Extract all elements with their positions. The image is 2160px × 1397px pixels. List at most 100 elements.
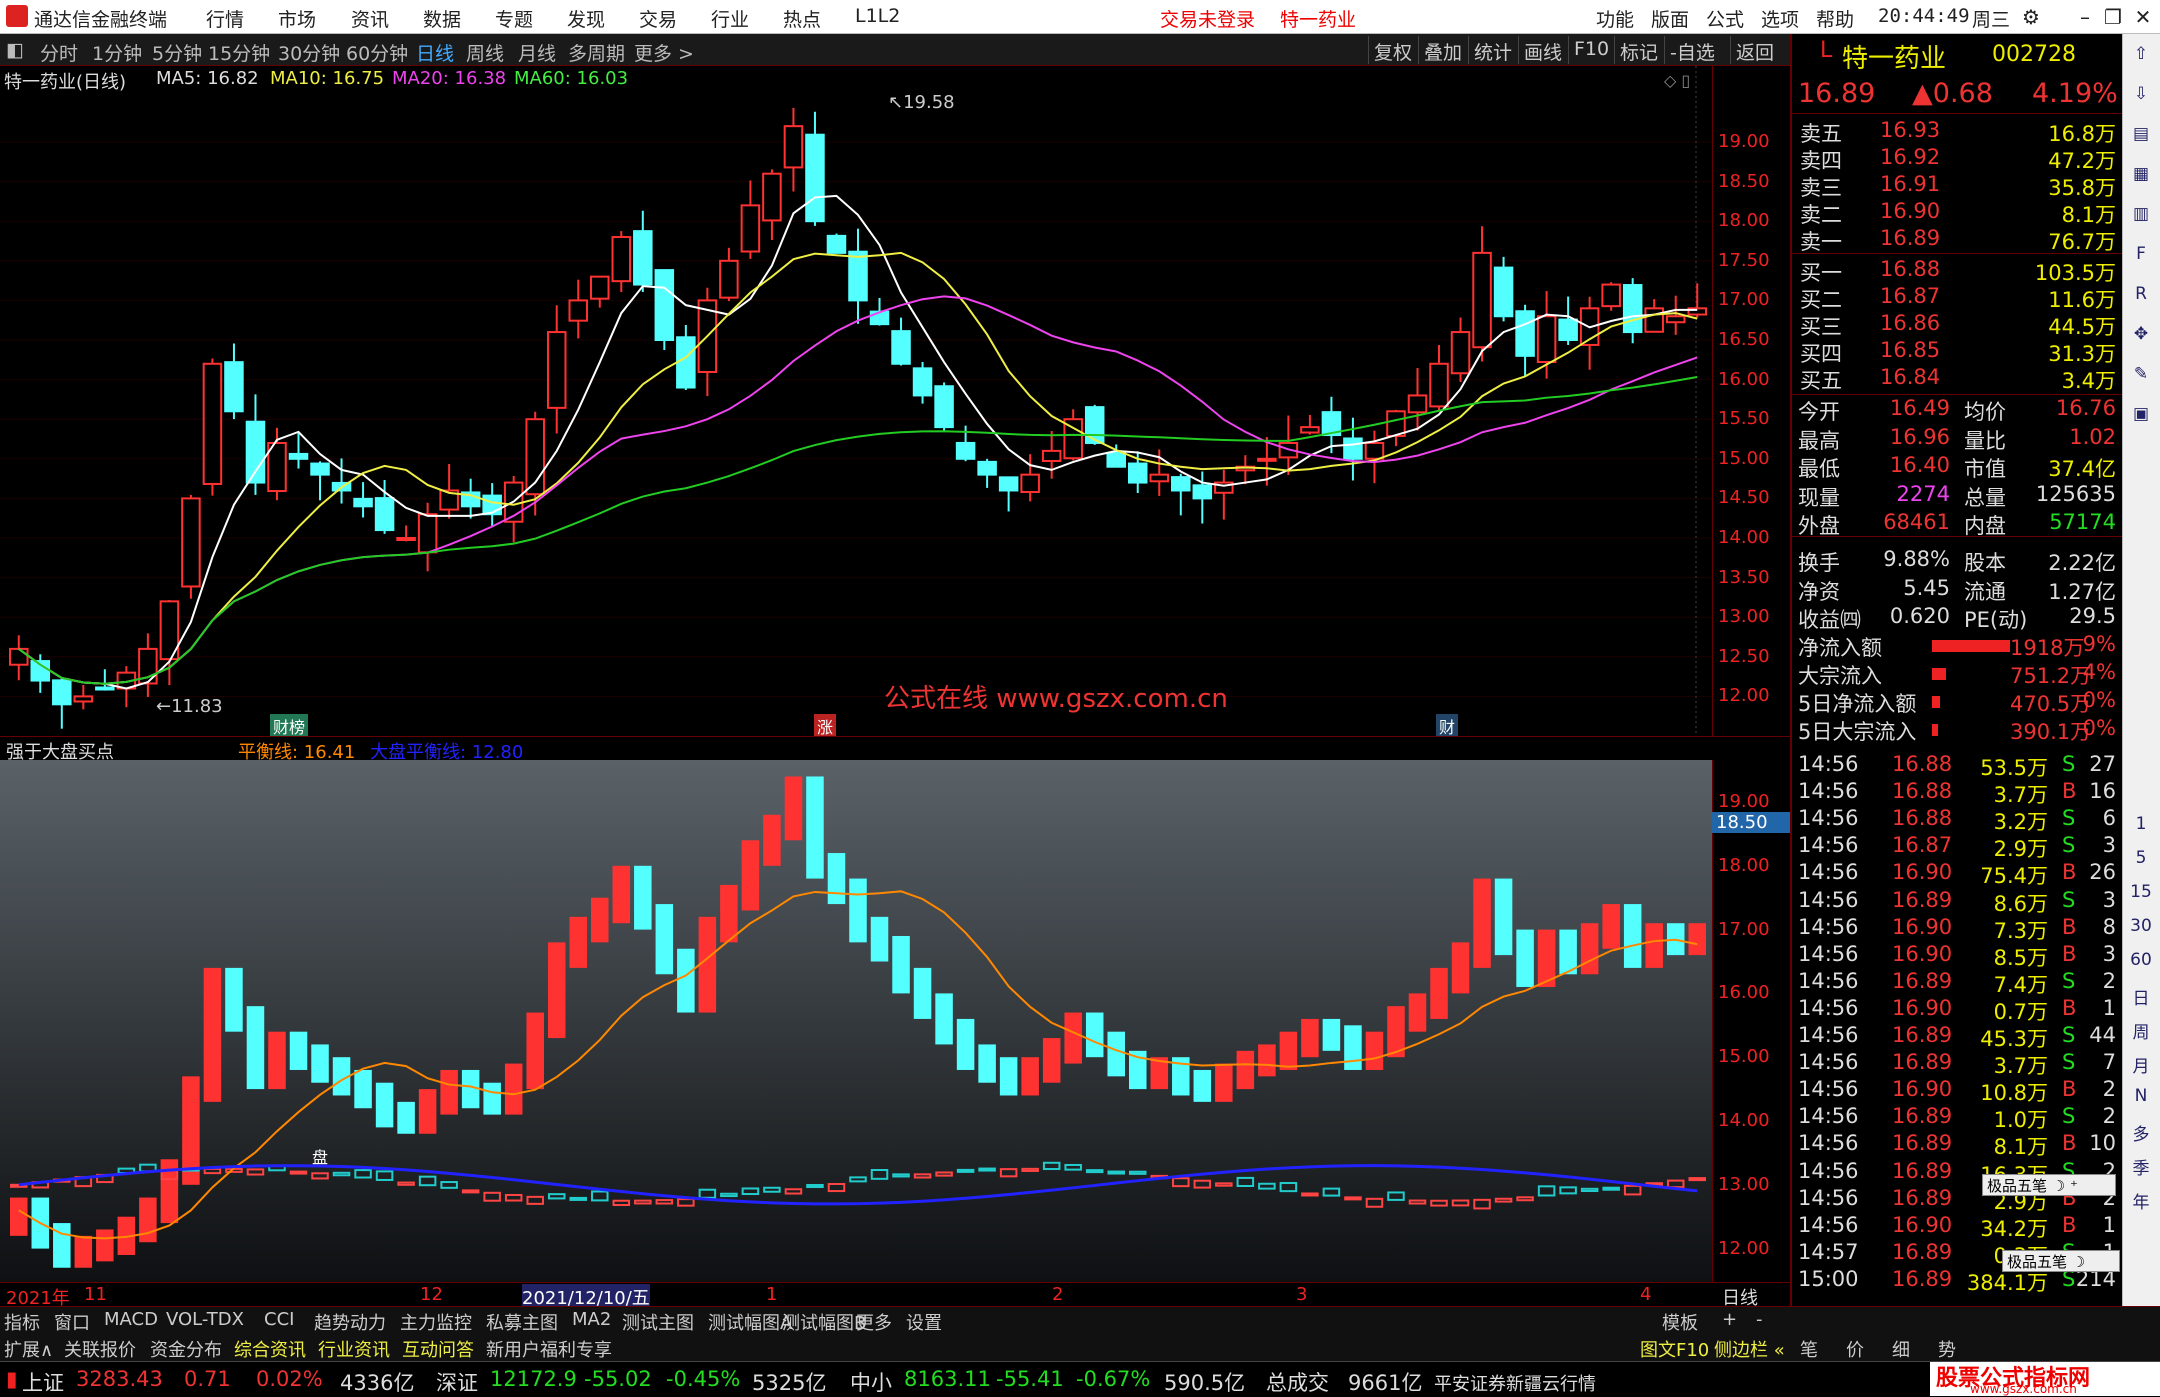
extension-tab[interactable]: 新用户福利专享 <box>486 1336 612 1362</box>
menu-l1l2[interactable]: L1L2 <box>855 5 900 27</box>
indicator-tab[interactable]: 私募主图 <box>486 1309 558 1335</box>
candle-body[interactable] <box>1192 484 1213 500</box>
candle-body[interactable] <box>805 133 825 223</box>
indicator-tab[interactable]: MA2 <box>572 1309 611 1330</box>
indicator-tab[interactable]: 测试主图 <box>622 1309 694 1335</box>
candle-body[interactable] <box>1300 426 1320 434</box>
side-period[interactable]: 多 <box>2129 1120 2153 1145</box>
candle-body[interactable] <box>719 259 739 299</box>
candle-body[interactable] <box>848 250 868 302</box>
candle-body[interactable] <box>181 497 201 588</box>
candle-body[interactable] <box>52 679 72 706</box>
indicator-tab[interactable]: 窗口 <box>54 1309 90 1335</box>
rsi-icon[interactable]: R <box>2129 284 2153 308</box>
bid-row[interactable]: 买二 16.87 11.6万 <box>1792 284 2124 312</box>
indicator-tab[interactable]: 设置 <box>906 1309 942 1335</box>
extension-tab[interactable]: 综合资讯 <box>234 1336 306 1362</box>
side-period[interactable]: 周 <box>2129 1018 2153 1043</box>
candle-body[interactable] <box>955 441 976 460</box>
menu-options[interactable]: 选项 <box>1761 5 1799 32</box>
right-bottom-tab[interactable]: 势 <box>1938 1336 1956 1362</box>
up-icon[interactable]: ⇧ <box>2129 44 2153 68</box>
side-period[interactable]: 5 <box>2129 848 2153 872</box>
move-icon[interactable]: ✥ <box>2129 324 2153 348</box>
period-1min[interactable]: 1分钟 <box>92 39 142 66</box>
indicator-tab[interactable]: 更多 <box>856 1309 892 1335</box>
candle-body[interactable] <box>633 230 653 286</box>
broker-name[interactable]: 平安证券新疆云行情 <box>1434 1370 1596 1396</box>
candle-body[interactable] <box>783 125 804 169</box>
side-period[interactable]: 季 <box>2129 1154 2153 1179</box>
extension-tab[interactable]: 行业资讯 <box>318 1336 390 1362</box>
candle-body[interactable] <box>417 513 438 554</box>
candle-body[interactable] <box>1558 318 1578 341</box>
candle-body[interactable] <box>762 172 782 222</box>
candle-body[interactable] <box>9 647 29 666</box>
extension-tab[interactable]: 资金分布 <box>150 1336 222 1362</box>
side-period[interactable]: 15 <box>2129 882 2153 906</box>
tool-stats[interactable]: 统计 <box>1468 36 1517 64</box>
tab-right[interactable]: + <box>1722 1309 1737 1330</box>
side-period[interactable]: 60 <box>2129 950 2153 974</box>
ime-status-2[interactable]: 极品五笔 ☽ <box>2002 1250 2120 1272</box>
collapse-icon[interactable]: ◧ <box>6 39 24 61</box>
menu-trade[interactable]: 交易 <box>639 5 677 32</box>
candle-body[interactable] <box>654 269 675 341</box>
indicator-tab[interactable]: 测试幅图B <box>782 1309 866 1335</box>
candle-body[interactable] <box>1343 437 1363 460</box>
tool-self[interactable]: -自选 <box>1664 36 1720 64</box>
menu-layout[interactable]: 版面 <box>1651 5 1689 32</box>
menu-hq[interactable]: 行情 <box>206 5 244 32</box>
period-more[interactable]: 更多 > <box>634 39 694 66</box>
candle-body[interactable] <box>310 462 330 476</box>
candle-body[interactable] <box>288 452 309 460</box>
side-period[interactable]: N <box>2129 1086 2153 1110</box>
candle-body[interactable] <box>1644 307 1664 333</box>
candle-body[interactable] <box>1536 315 1557 364</box>
candle-body[interactable] <box>1515 310 1535 357</box>
right-bottom-tab[interactable]: 笔 <box>1800 1336 1818 1362</box>
candle-body[interactable] <box>977 460 997 476</box>
kline-chart[interactable]: 特一药业(日线) MA5: 16.82 MA10: 16.75 MA20: 16… <box>0 66 1790 738</box>
tool-f10[interactable]: F10 <box>1568 36 1614 64</box>
candle-body[interactable] <box>353 497 373 508</box>
candle-body[interactable] <box>1257 457 1277 462</box>
indicator-tab[interactable]: MACD <box>104 1309 158 1330</box>
candle-body[interactable] <box>482 494 502 516</box>
indicator-tab[interactable]: 指标 <box>4 1309 40 1335</box>
candle-body[interactable] <box>1622 284 1643 334</box>
candle-body[interactable] <box>95 686 115 691</box>
candle-body[interactable] <box>374 497 395 532</box>
extension-tab[interactable]: 扩展∧ <box>4 1336 53 1362</box>
right-bottom-tab[interactable]: 细 <box>1892 1336 1910 1362</box>
minimize-icon[interactable]: – <box>2072 4 2098 30</box>
period-5min[interactable]: 5分钟 <box>152 39 202 66</box>
candle-body[interactable] <box>1429 362 1449 408</box>
candle-body[interactable] <box>1106 451 1126 468</box>
candle-body[interactable] <box>676 336 696 389</box>
fs-icon[interactable]: ▣ <box>2129 404 2153 428</box>
right-bottom-tab[interactable]: 侧边栏 « <box>1714 1336 1785 1362</box>
candle-body[interactable] <box>1364 441 1385 460</box>
sh-name[interactable]: 上证 <box>22 1367 64 1397</box>
bid-row[interactable]: 买三 16.86 44.5万 <box>1792 311 2124 339</box>
indicator-panel[interactable]: 强于大盘买点 平衡线: 16.41 大盘平衡线: 12.80 盘 19.00 18… <box>0 736 1790 1282</box>
side-period[interactable]: 1 <box>2129 814 2153 838</box>
right-bottom-tab[interactable]: 价 <box>1846 1336 1864 1362</box>
kline-plot[interactable]: ↖19.58 ←11.83 ◇ ▯ <box>0 66 1712 736</box>
chart-icon[interactable]: ▤ <box>2129 124 2153 148</box>
candle-body[interactable] <box>934 385 954 429</box>
sz-name[interactable]: 深证 <box>436 1367 478 1397</box>
candle-body[interactable] <box>1601 283 1621 308</box>
candle-body[interactable] <box>73 695 94 703</box>
menu-discover[interactable]: 发现 <box>567 5 605 32</box>
ask-row[interactable]: 卖三 16.91 35.8万 <box>1792 172 2124 200</box>
period-multi[interactable]: 多周期 <box>568 39 625 66</box>
candle-body[interactable] <box>1020 473 1040 494</box>
ask-row[interactable]: 卖二 16.90 8.1万 <box>1792 199 2124 227</box>
bid-row[interactable]: 买四 16.85 31.3万 <box>1792 338 2124 366</box>
candle-body[interactable] <box>1149 473 1170 483</box>
side-period[interactable]: 日 <box>2129 984 2153 1009</box>
candle-body[interactable] <box>1127 462 1148 484</box>
f10-icon[interactable]: F <box>2129 244 2153 268</box>
